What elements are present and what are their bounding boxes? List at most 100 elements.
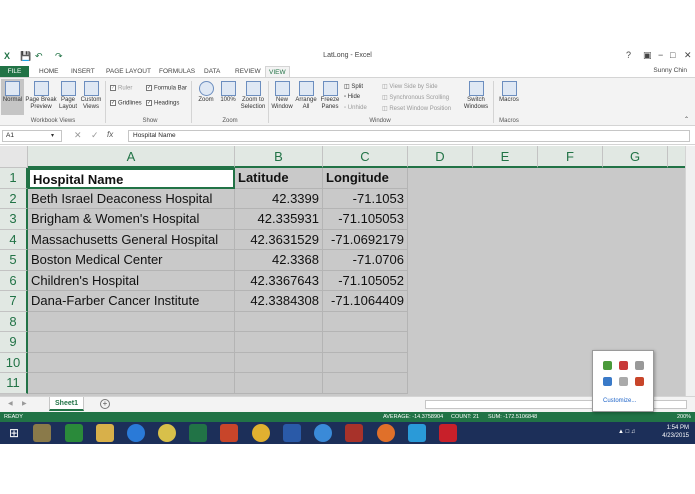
- column-header-f[interactable]: F: [538, 146, 603, 168]
- ribbon-display-icon[interactable]: ▣: [643, 50, 652, 61]
- row-header[interactable]: 3: [0, 209, 28, 230]
- enter-icon[interactable]: ✓: [91, 130, 99, 141]
- zoom-button[interactable]: Zoom: [195, 79, 217, 115]
- cell-longitude[interactable]: -71.0692179: [323, 229, 408, 250]
- minimize-button[interactable]: −: [658, 50, 663, 60]
- cell-hospital-name[interactable]: Boston Medical Center: [28, 250, 235, 271]
- switch-windows-button[interactable]: Switch Windows: [461, 79, 491, 115]
- network-icon[interactable]: [619, 377, 628, 386]
- scroll-sheets-left-icon[interactable]: ◀: [8, 400, 13, 407]
- column-header-c[interactable]: C: [323, 146, 408, 168]
- cell-longitude[interactable]: -71.1064409: [323, 291, 408, 312]
- cell-longitude[interactable]: -71.1053: [323, 188, 408, 209]
- add-sheet-icon[interactable]: +: [100, 399, 110, 409]
- row-header[interactable]: 10: [0, 352, 28, 373]
- cell-a1[interactable]: Hospital Name: [28, 168, 235, 189]
- freeze-panes-button[interactable]: Freeze Panes: [318, 79, 342, 115]
- cell-hospital-name[interactable]: Children's Hospital: [28, 270, 235, 291]
- unhide-button[interactable]: ▫ Unhide: [344, 105, 367, 111]
- collapse-ribbon-icon[interactable]: ⌃: [684, 116, 689, 123]
- cell-longitude[interactable]: -71.105053: [323, 209, 408, 230]
- tab-formulas[interactable]: FORMULAS: [156, 66, 198, 77]
- acrobat-icon[interactable]: [439, 424, 457, 442]
- help-icon[interactable]: ?: [626, 50, 631, 60]
- tray-app-icon[interactable]: [619, 361, 628, 370]
- empty-cell[interactable]: [323, 332, 408, 353]
- name-box-dropdown-icon[interactable]: ▾: [51, 132, 54, 139]
- skype-icon[interactable]: [408, 424, 426, 442]
- access-icon[interactable]: [345, 424, 363, 442]
- sheet-tab-sheet1[interactable]: Sheet1: [49, 397, 84, 411]
- column-header-e[interactable]: E: [473, 146, 538, 168]
- close-button[interactable]: ✕: [684, 50, 692, 61]
- row-header[interactable]: 9: [0, 332, 28, 353]
- cell-longitude[interactable]: -71.105052: [323, 270, 408, 291]
- cell-latitude[interactable]: 42.3384308: [235, 291, 323, 312]
- macros-button[interactable]: Macros: [497, 79, 521, 115]
- empty-cell[interactable]: [235, 352, 323, 373]
- empty-cell[interactable]: [323, 373, 408, 394]
- empty-cell[interactable]: [323, 352, 408, 373]
- arrange-all-button[interactable]: Arrange All: [295, 79, 317, 115]
- tray-icons[interactable]: ▲ □ ♫: [618, 429, 635, 435]
- tray-app-icon[interactable]: [603, 361, 612, 370]
- powerpoint-icon[interactable]: [220, 424, 238, 442]
- speaker-icon[interactable]: [635, 361, 644, 370]
- cell-latitude[interactable]: 42.3368: [235, 250, 323, 271]
- zoom-to-selection-button[interactable]: Zoom to Selection: [239, 79, 267, 115]
- row-header[interactable]: 5: [0, 250, 28, 271]
- headings-checkbox[interactable]: ✓ Headings: [146, 100, 179, 107]
- hide-button[interactable]: ▫ Hide: [344, 94, 360, 100]
- empty-cell[interactable]: [235, 373, 323, 394]
- synchronous-scrolling-button[interactable]: ◫ Synchronous Scrolling: [382, 94, 449, 101]
- internet-explorer-icon[interactable]: [127, 424, 145, 442]
- split-button[interactable]: ◫ Split: [344, 83, 363, 90]
- clock[interactable]: 1:54 PM 4/23/2015: [662, 424, 689, 440]
- empty-cell[interactable]: [323, 311, 408, 332]
- zoom-100-button[interactable]: 100%: [218, 79, 238, 115]
- ruler-checkbox[interactable]: ✓ Ruler: [110, 85, 132, 92]
- cell-hospital-name[interactable]: Brigham & Women's Hospital: [28, 209, 235, 230]
- row-header[interactable]: 4: [0, 229, 28, 250]
- firefox-icon[interactable]: [377, 424, 395, 442]
- cancel-icon[interactable]: ✕: [74, 130, 82, 141]
- column-header-g[interactable]: G: [603, 146, 668, 168]
- reset-window-position-button[interactable]: ◫ Reset Window Position: [382, 105, 451, 112]
- normal-view-button[interactable]: Normal: [1, 79, 24, 115]
- app-icon[interactable]: [65, 424, 83, 442]
- restore-button[interactable]: □: [670, 50, 675, 60]
- page-break-preview-button[interactable]: Page Break Preview: [25, 79, 57, 115]
- insert-function-icon[interactable]: fx: [107, 130, 113, 139]
- scroll-sheets-right-icon[interactable]: ▶: [22, 400, 27, 407]
- cell-hospital-name[interactable]: Dana-Farber Cancer Institute: [28, 291, 235, 312]
- vertical-scrollbar[interactable]: [685, 146, 695, 396]
- row-header[interactable]: 6: [0, 270, 28, 291]
- zoom-level[interactable]: 200%: [677, 412, 691, 422]
- app-icon[interactable]: [33, 424, 51, 442]
- user-name[interactable]: Sunny Chin: [653, 67, 687, 74]
- cell-b1[interactable]: Latitude: [235, 168, 323, 189]
- row-header[interactable]: 2: [0, 188, 28, 209]
- tab-file[interactable]: FILE: [0, 66, 29, 77]
- start-button-icon[interactable]: ⊞: [5, 424, 23, 442]
- cell-hospital-name[interactable]: Massachusetts General Hospital: [28, 229, 235, 250]
- cell-hospital-name[interactable]: Beth Israel Deaconess Hospital: [28, 188, 235, 209]
- column-header-d[interactable]: D: [408, 146, 473, 168]
- excel-taskbar-icon[interactable]: [189, 424, 207, 442]
- column-header-b[interactable]: B: [235, 146, 323, 168]
- customize-link[interactable]: Customize...: [603, 398, 636, 404]
- tab-home[interactable]: HOME: [36, 66, 62, 77]
- empty-cell[interactable]: [235, 332, 323, 353]
- tray-app-icon[interactable]: [635, 377, 644, 386]
- column-header-h[interactable]: [668, 146, 685, 168]
- empty-cell[interactable]: [28, 311, 235, 332]
- column-header-a[interactable]: A: [28, 146, 235, 168]
- tray-app-icon[interactable]: [603, 377, 612, 386]
- gridlines-checkbox[interactable]: ✓ Gridlines: [110, 100, 142, 107]
- cell-latitude[interactable]: 42.3399: [235, 188, 323, 209]
- empty-cell[interactable]: [28, 352, 235, 373]
- tab-review[interactable]: REVIEW: [232, 66, 264, 77]
- tab-insert[interactable]: INSERT: [68, 66, 98, 77]
- worksheet-grid[interactable]: A B C D E F G 1 2 3 4 5 6 7 8 9 10 11 Ho…: [0, 146, 685, 396]
- tab-page-layout[interactable]: PAGE LAYOUT: [103, 66, 154, 77]
